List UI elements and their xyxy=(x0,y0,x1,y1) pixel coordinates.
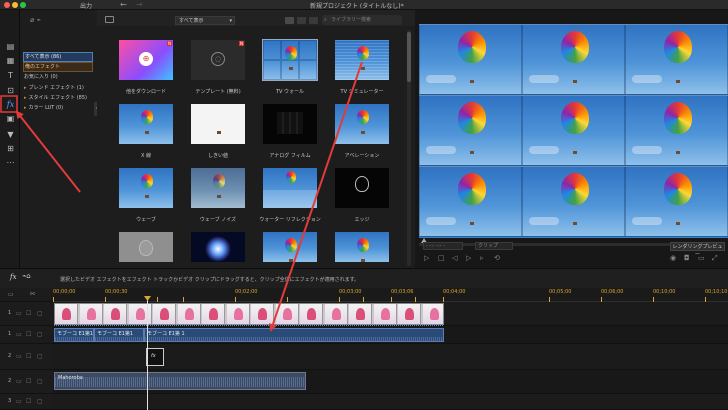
annotation-overlay xyxy=(0,61,363,332)
annotation-highlight-box xyxy=(0,95,18,113)
annotation-arrow-to-clip xyxy=(269,61,363,332)
annotation-arrow-to-fx xyxy=(15,110,81,193)
